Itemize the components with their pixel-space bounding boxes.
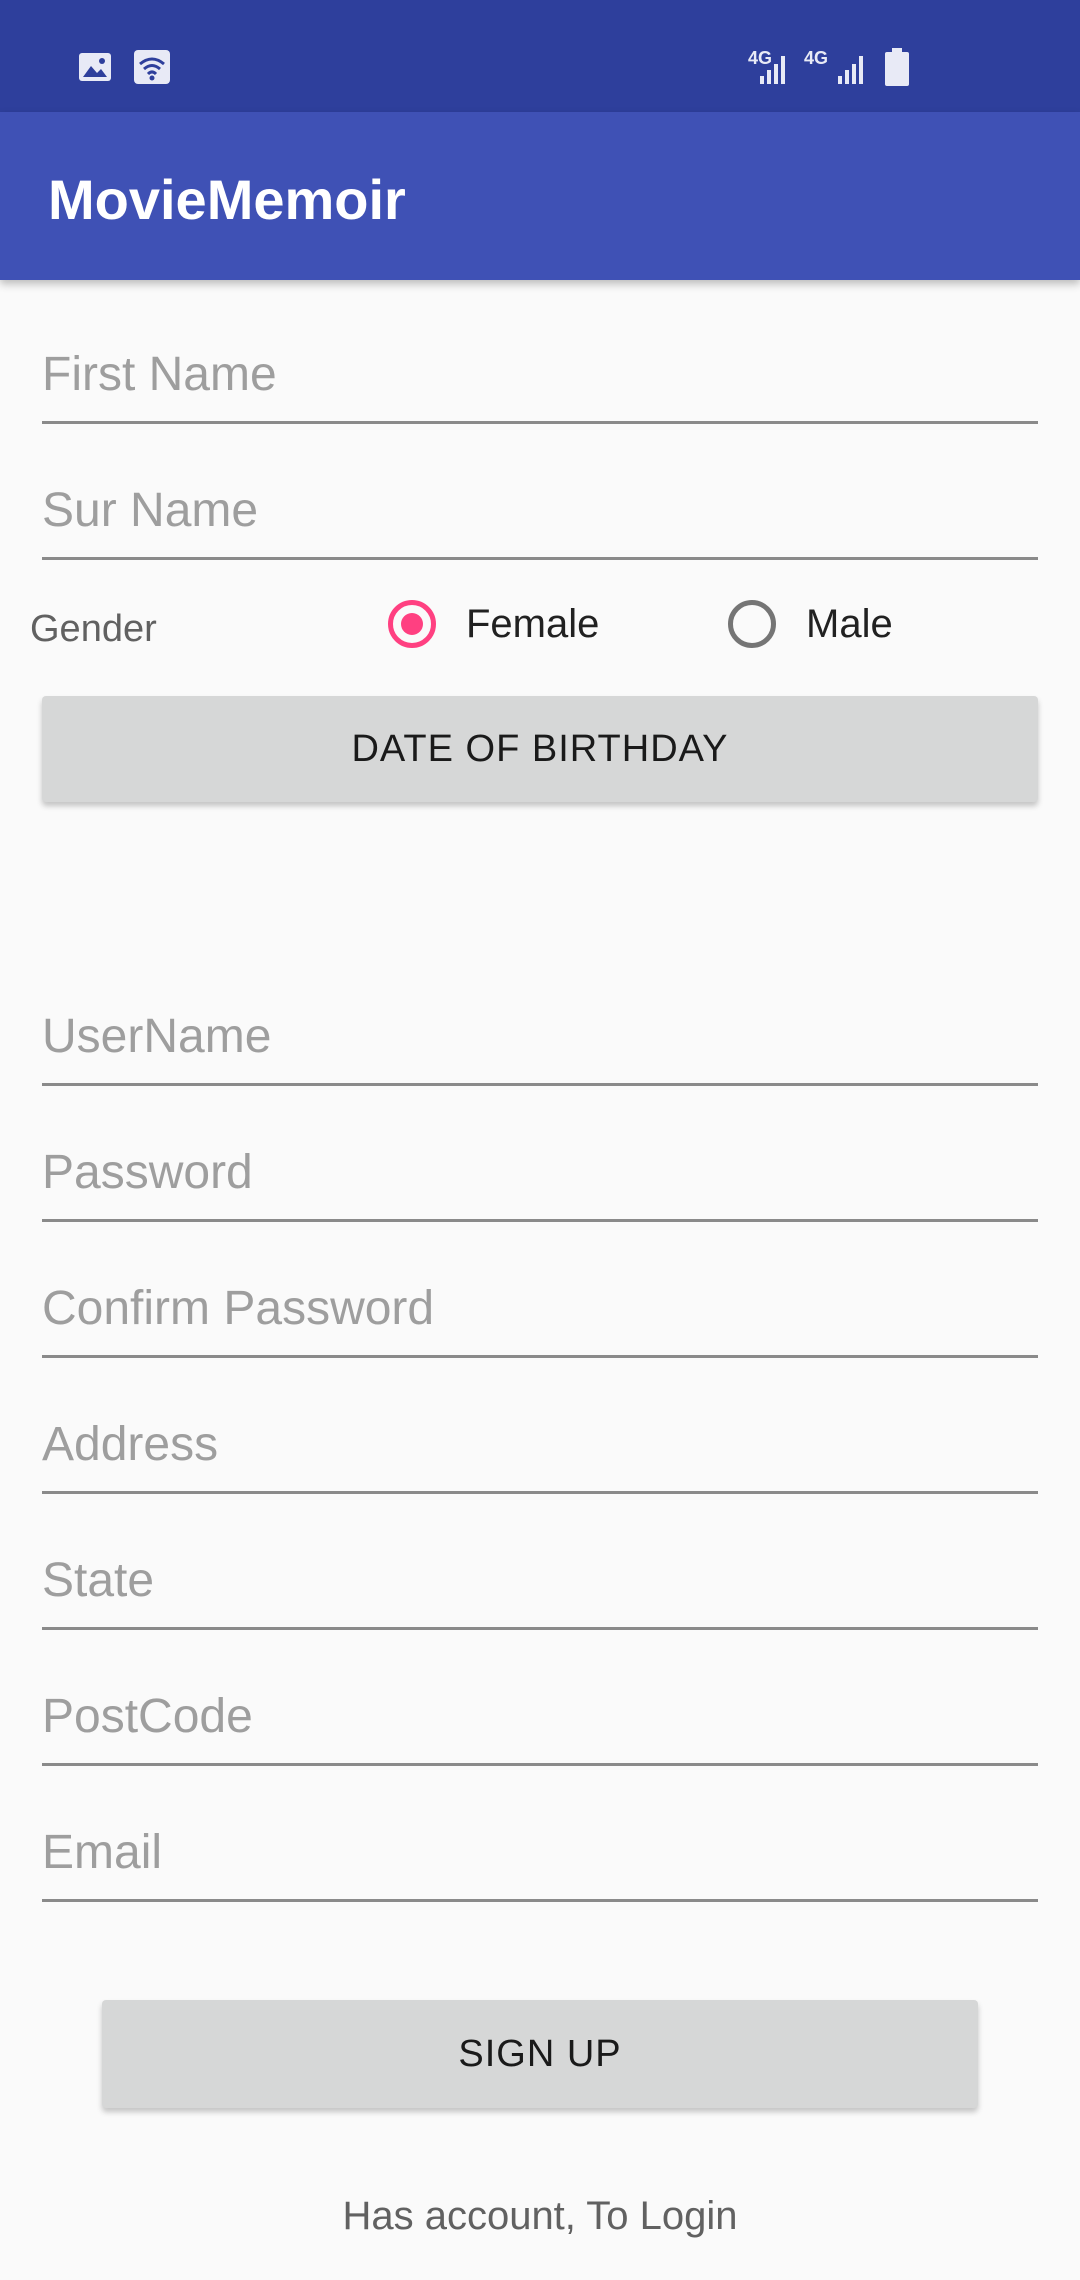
- password-input[interactable]: [42, 1132, 1038, 1212]
- wifi-icon: [134, 50, 170, 84]
- date-of-birthday-button[interactable]: DATE OF BIRTHDAY: [42, 696, 1038, 802]
- postcode-field: [42, 1676, 1038, 1766]
- username-input[interactable]: [42, 996, 1038, 1076]
- email-input[interactable]: [42, 1812, 1038, 1892]
- address-input[interactable]: [42, 1404, 1038, 1484]
- sign-up-button[interactable]: SIGN UP: [102, 2000, 978, 2108]
- radio-male-label: Male: [806, 602, 893, 646]
- first-name-underline: [42, 421, 1038, 424]
- email-field: [42, 1812, 1038, 1902]
- confirm-password-field: [42, 1268, 1038, 1358]
- postcode-input[interactable]: [42, 1676, 1038, 1756]
- confirm-password-underline: [42, 1355, 1038, 1358]
- username-field: [42, 996, 1038, 1086]
- password-field: [42, 1132, 1038, 1222]
- status-bar: 4G 4G: [0, 0, 1080, 112]
- image-icon: [79, 53, 111, 81]
- login-link[interactable]: Has account, To Login: [0, 2194, 1080, 2239]
- sur-name-field: [42, 470, 1038, 560]
- radio-female-selected-icon: [388, 600, 436, 648]
- radio-female[interactable]: Female: [388, 600, 628, 664]
- state-underline: [42, 1627, 1038, 1630]
- username-underline: [42, 1083, 1038, 1086]
- postcode-underline: [42, 1763, 1038, 1766]
- radio-female-label: Female: [466, 602, 600, 646]
- signal-icon: [760, 56, 785, 84]
- network-type-2: 4G: [804, 48, 829, 68]
- address-field: [42, 1404, 1038, 1494]
- first-name-input[interactable]: [42, 334, 1038, 414]
- gender-label: Gender: [30, 608, 157, 650]
- password-underline: [42, 1219, 1038, 1222]
- state-field: [42, 1540, 1038, 1630]
- radio-male-unselected-icon: [728, 600, 776, 648]
- state-input[interactable]: [42, 1540, 1038, 1620]
- confirm-password-input[interactable]: [42, 1268, 1038, 1348]
- email-underline: [42, 1899, 1038, 1902]
- sur-name-input[interactable]: [42, 470, 1038, 550]
- radio-male[interactable]: Male: [728, 600, 928, 664]
- sur-name-underline: [42, 557, 1038, 560]
- app-title: MovieMemoir: [48, 168, 406, 231]
- address-underline: [42, 1491, 1038, 1494]
- signal-icon: [838, 56, 863, 84]
- app-bar: MovieMemoir: [0, 112, 1080, 280]
- first-name-field: [42, 334, 1038, 424]
- battery-icon: [885, 48, 909, 86]
